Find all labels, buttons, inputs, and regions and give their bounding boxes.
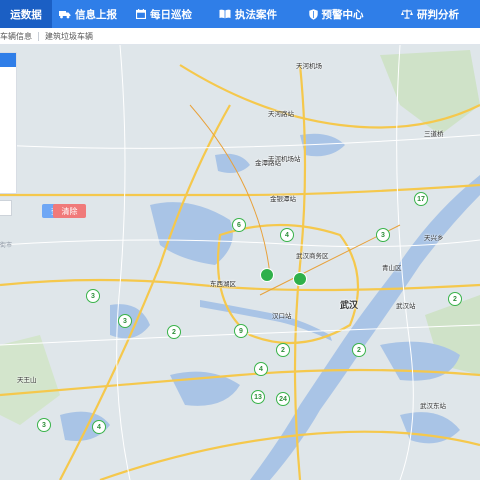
map-place-label: 东西湖区 <box>210 281 236 288</box>
cluster-marker[interactable]: 13 <box>251 390 265 404</box>
map-place-label: 金潭路站 <box>255 160 281 167</box>
map-place-label: 天河机场 <box>296 63 322 70</box>
breadcrumb-divider <box>38 31 39 41</box>
map-place-label: 汉口站 <box>272 313 292 320</box>
nav-item-inspection[interactable]: 每日巡检 <box>124 0 204 28</box>
cluster-marker[interactable]: 3 <box>37 418 51 432</box>
scale-icon <box>401 9 413 19</box>
nav-item-label: 每日巡检 <box>150 8 192 21</box>
search-panel <box>0 52 17 194</box>
clear-button[interactable]: 清除 <box>53 204 86 218</box>
shield-icon <box>308 8 318 20</box>
cluster-marker[interactable]: 2 <box>276 343 290 357</box>
cluster-marker[interactable]: 4 <box>280 228 294 242</box>
garbage-truck-icon[interactable] <box>293 272 307 286</box>
cluster-marker[interactable]: 6 <box>232 218 246 232</box>
breadcrumb: 车辆信息 建筑垃圾车辆 <box>0 28 480 45</box>
book-icon <box>219 9 231 19</box>
map-place-label: 武汉站 <box>396 303 416 310</box>
map-place-label: 天兴乡 <box>424 235 444 242</box>
nav-item-label: 研判分析 <box>417 8 459 21</box>
cluster-marker[interactable]: 17 <box>414 192 428 206</box>
breadcrumb-item-current[interactable]: 建筑垃圾车辆 <box>45 31 93 42</box>
district-label: 街市 <box>0 243 13 249</box>
nav-item-label: 信息上报 <box>75 8 117 21</box>
map-place-label: 武汉商务区 <box>296 253 329 260</box>
breadcrumb-item[interactable]: 车辆信息 <box>0 31 32 42</box>
map-canvas[interactable] <box>0 45 480 480</box>
clear-button-label: 清除 <box>61 206 78 216</box>
cluster-marker[interactable]: 3 <box>118 314 132 328</box>
top-navigation: 运数据 信息上报 每日巡检 执法案件 预警中心 研判分析 <box>0 0 480 28</box>
cluster-marker[interactable]: 3 <box>86 289 100 303</box>
garbage-truck-icon[interactable] <box>260 268 274 282</box>
map-place-label: 青山区 <box>382 265 402 272</box>
map-place-label: 金银潭站 <box>270 196 296 203</box>
nav-item-cases[interactable]: 执法案件 <box>204 0 292 28</box>
filter-select[interactable] <box>0 200 12 216</box>
cluster-marker[interactable]: 3 <box>376 228 390 242</box>
nav-item-data[interactable]: 运数据 <box>0 0 52 28</box>
nav-item-label: 运数据 <box>10 8 42 21</box>
cluster-marker[interactable]: 4 <box>92 420 106 434</box>
map-place-label: 武汉东站 <box>420 403 446 410</box>
nav-item-report[interactable]: 信息上报 <box>52 0 124 28</box>
map-place-label: 天王山 <box>17 377 37 384</box>
cluster-marker[interactable]: 24 <box>276 392 290 406</box>
calendar-icon <box>136 9 146 19</box>
search-panel-header <box>0 53 16 67</box>
nav-item-label: 执法案件 <box>235 8 277 21</box>
nav-item-label: 预警中心 <box>321 8 364 21</box>
cluster-marker[interactable]: 2 <box>167 325 181 339</box>
map-place-label: 天河路站 <box>268 111 294 118</box>
nav-item-analysis[interactable]: 研判分析 <box>380 0 480 28</box>
cluster-marker[interactable]: 9 <box>234 324 248 338</box>
cluster-marker[interactable]: 2 <box>448 292 462 306</box>
truck-icon <box>59 10 71 18</box>
nav-item-alerts[interactable]: 预警中心 <box>292 0 380 28</box>
city-name-label: 武汉 <box>340 300 359 310</box>
map-place-label: 三道桥 <box>424 131 444 138</box>
cluster-marker[interactable]: 4 <box>254 362 268 376</box>
cluster-marker[interactable]: 2 <box>352 343 366 357</box>
